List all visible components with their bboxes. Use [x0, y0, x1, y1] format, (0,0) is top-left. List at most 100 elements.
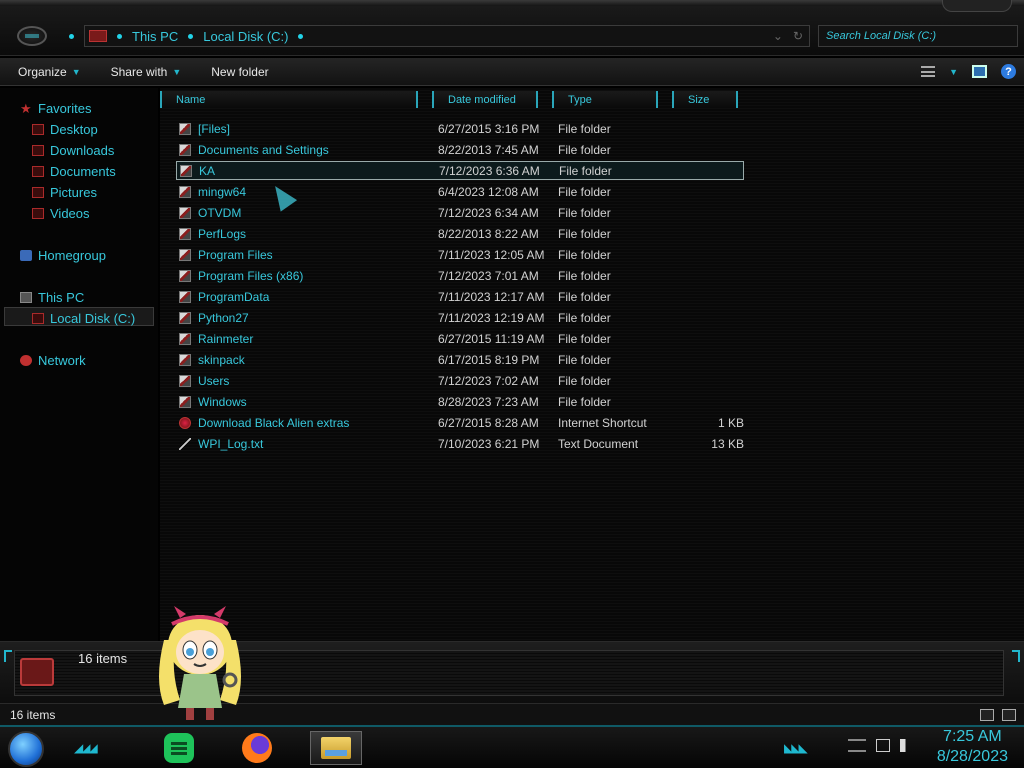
folder-icon	[179, 227, 191, 240]
folder-icon	[179, 248, 191, 261]
file-row[interactable]: PerfLogs 8/22/2013 8:22 AM File folder	[176, 224, 744, 243]
nav-disc-icon	[17, 26, 47, 46]
details-view-icon[interactable]	[980, 708, 994, 721]
text-document-icon	[179, 437, 191, 450]
caret-down-icon: ▼	[71, 66, 81, 77]
file-row[interactable]: Program Files (x86) 7/12/2023 7:01 AM File…	[176, 266, 744, 285]
file-date: 6/27/2015 8:28 AM	[438, 415, 539, 430]
homegroup-icon	[20, 249, 32, 261]
recent-locations-dot[interactable]	[69, 34, 74, 39]
nav-desktop-label: Desktop	[50, 121, 98, 137]
nav-downloads-label: Downloads	[50, 142, 115, 158]
file-name: OTVDM	[198, 205, 242, 220]
folder-icon	[180, 164, 192, 177]
file-row[interactable]: OTVDM 7/12/2023 6:34 AM File folder	[176, 203, 744, 222]
file-type: File folder	[558, 310, 611, 325]
title-bar: This PC Local Disk (C:) ⌄ ↻	[0, 0, 1024, 56]
volume-icon[interactable]	[900, 739, 914, 752]
address-bar[interactable]: This PC Local Disk (C:) ⌄ ↻	[84, 25, 810, 47]
breadcrumb-separator-icon[interactable]	[188, 33, 194, 39]
breadcrumb-separator-icon[interactable]	[117, 33, 122, 39]
nav-pictures[interactable]: Pictures	[32, 183, 97, 201]
folder-icon	[179, 290, 191, 303]
file-row[interactable]: Python27 7/11/2023 12:19 AM File folder	[176, 308, 744, 327]
system-tray	[848, 739, 914, 752]
share-with-button[interactable]: Share with ▼	[93, 65, 194, 79]
network-tray-icon[interactable]	[876, 739, 890, 752]
file-row[interactable]: Download Black Alien extras 6/27/2015 8:2…	[176, 413, 744, 432]
large-icons-view-icon[interactable]	[1002, 708, 1016, 721]
file-name: [Files]	[198, 121, 231, 136]
nav-documents[interactable]: Documents	[32, 162, 116, 180]
taskbar-file-explorer[interactable]	[310, 731, 362, 765]
notes-app-icon	[164, 733, 194, 763]
help-icon[interactable]: ?	[1001, 64, 1016, 79]
internet-shortcut-icon	[179, 416, 191, 429]
folder-icon	[179, 332, 191, 345]
taskbar-firefox[interactable]	[240, 731, 274, 765]
nav-network-label: Network	[38, 352, 86, 368]
column-header-size[interactable]: Size	[672, 91, 738, 108]
navigation-pane: ★ Favorites Desktop Downloads Documents …	[0, 88, 158, 641]
chevron-down-icon[interactable]: ⌄	[773, 29, 783, 43]
preview-pane-icon[interactable]	[972, 65, 987, 78]
breadcrumb-separator-icon[interactable]	[298, 33, 304, 39]
file-row[interactable]: skinpack 6/17/2015 8:19 PM File folder	[176, 350, 744, 369]
file-type: File folder	[558, 352, 611, 367]
file-type: File folder	[558, 184, 611, 199]
file-row[interactable]: Users 7/12/2023 7:02 AM File folder	[176, 371, 744, 390]
drive-thumbnail-icon	[20, 658, 54, 686]
view-options-caret-icon[interactable]: ▼	[949, 67, 958, 77]
nav-homegroup[interactable]: Homegroup	[20, 246, 106, 264]
nav-favorites[interactable]: ★ Favorites	[20, 99, 91, 117]
search-input[interactable]	[826, 30, 1017, 42]
start-button[interactable]	[8, 731, 44, 767]
action-center-icon[interactable]	[848, 739, 866, 752]
organize-button[interactable]: Organize ▼	[0, 65, 93, 79]
clock[interactable]: 7:25 AM 8/28/2023	[937, 727, 1008, 767]
nav-local-disk[interactable]: Local Disk (C:)	[32, 309, 135, 327]
file-row[interactable]: Rainmeter 6/27/2015 11:19 AM File folder	[176, 329, 744, 348]
mascot-sticker-image	[159, 606, 241, 720]
taskbar-notes-app[interactable]	[162, 731, 196, 765]
nav-videos[interactable]: Videos	[32, 204, 90, 222]
back-forward-buttons[interactable]	[12, 22, 52, 50]
folder-icon	[179, 353, 191, 366]
file-row[interactable]: Documents and Settings 8/22/2013 7:45 AM F…	[176, 140, 744, 159]
column-header-date[interactable]: Date modified	[432, 91, 538, 108]
column-type-label: Type	[568, 93, 592, 106]
file-row[interactable]: [Files] 6/27/2015 3:16 PM File folder	[176, 119, 744, 138]
file-name: Rainmeter	[198, 331, 254, 346]
refresh-icon[interactable]: ↻	[793, 29, 803, 43]
file-date: 6/17/2015 8:19 PM	[438, 352, 540, 367]
breadcrumb-this-pc[interactable]: This PC	[132, 29, 178, 44]
file-row[interactable]: WPI_Log.txt 7/10/2023 6:21 PM Text Documen…	[176, 434, 744, 453]
column-header-name[interactable]: Name	[160, 91, 418, 108]
file-name: Users	[198, 373, 230, 388]
column-header-type[interactable]: Type	[552, 91, 658, 108]
desktop-icon	[32, 123, 44, 135]
change-view-icon[interactable]	[921, 66, 936, 77]
organize-label: Organize	[18, 64, 67, 79]
nav-pictures-label: Pictures	[50, 184, 97, 200]
file-name: Documents and Settings	[198, 142, 329, 157]
file-row[interactable]: mingw64 6/4/2023 12:08 AM File folder	[176, 182, 744, 201]
nav-videos-label: Videos	[50, 205, 90, 221]
new-folder-button[interactable]: New folder	[193, 65, 280, 79]
file-row[interactable]: KA 7/12/2023 6:36 AM File folder	[176, 161, 744, 180]
new-folder-label: New folder	[211, 64, 269, 79]
nav-downloads[interactable]: Downloads	[32, 141, 114, 159]
file-row[interactable]: ProgramData 7/11/2023 12:17 AM File folder	[176, 287, 744, 306]
chevrons-decoration-icon: ◢◢◢	[74, 741, 98, 755]
file-row[interactable]: Windows 8/28/2023 7:23 AM File folder	[176, 392, 744, 411]
drive-icon	[32, 312, 44, 324]
folder-icon	[179, 185, 191, 198]
nav-desktop[interactable]: Desktop	[32, 120, 98, 138]
file-row[interactable]: Program Files 7/11/2023 12:05 AM File fold…	[176, 245, 744, 264]
search-box[interactable]	[818, 25, 1018, 47]
nav-network[interactable]: Network	[20, 351, 86, 369]
file-list: Name Date modified Type Size [Files] 6/27…	[160, 88, 1024, 641]
breadcrumb-local-disk[interactable]: Local Disk (C:)	[203, 29, 288, 44]
nav-homegroup-label: Homegroup	[38, 247, 106, 263]
nav-this-pc[interactable]: This PC	[20, 288, 84, 306]
